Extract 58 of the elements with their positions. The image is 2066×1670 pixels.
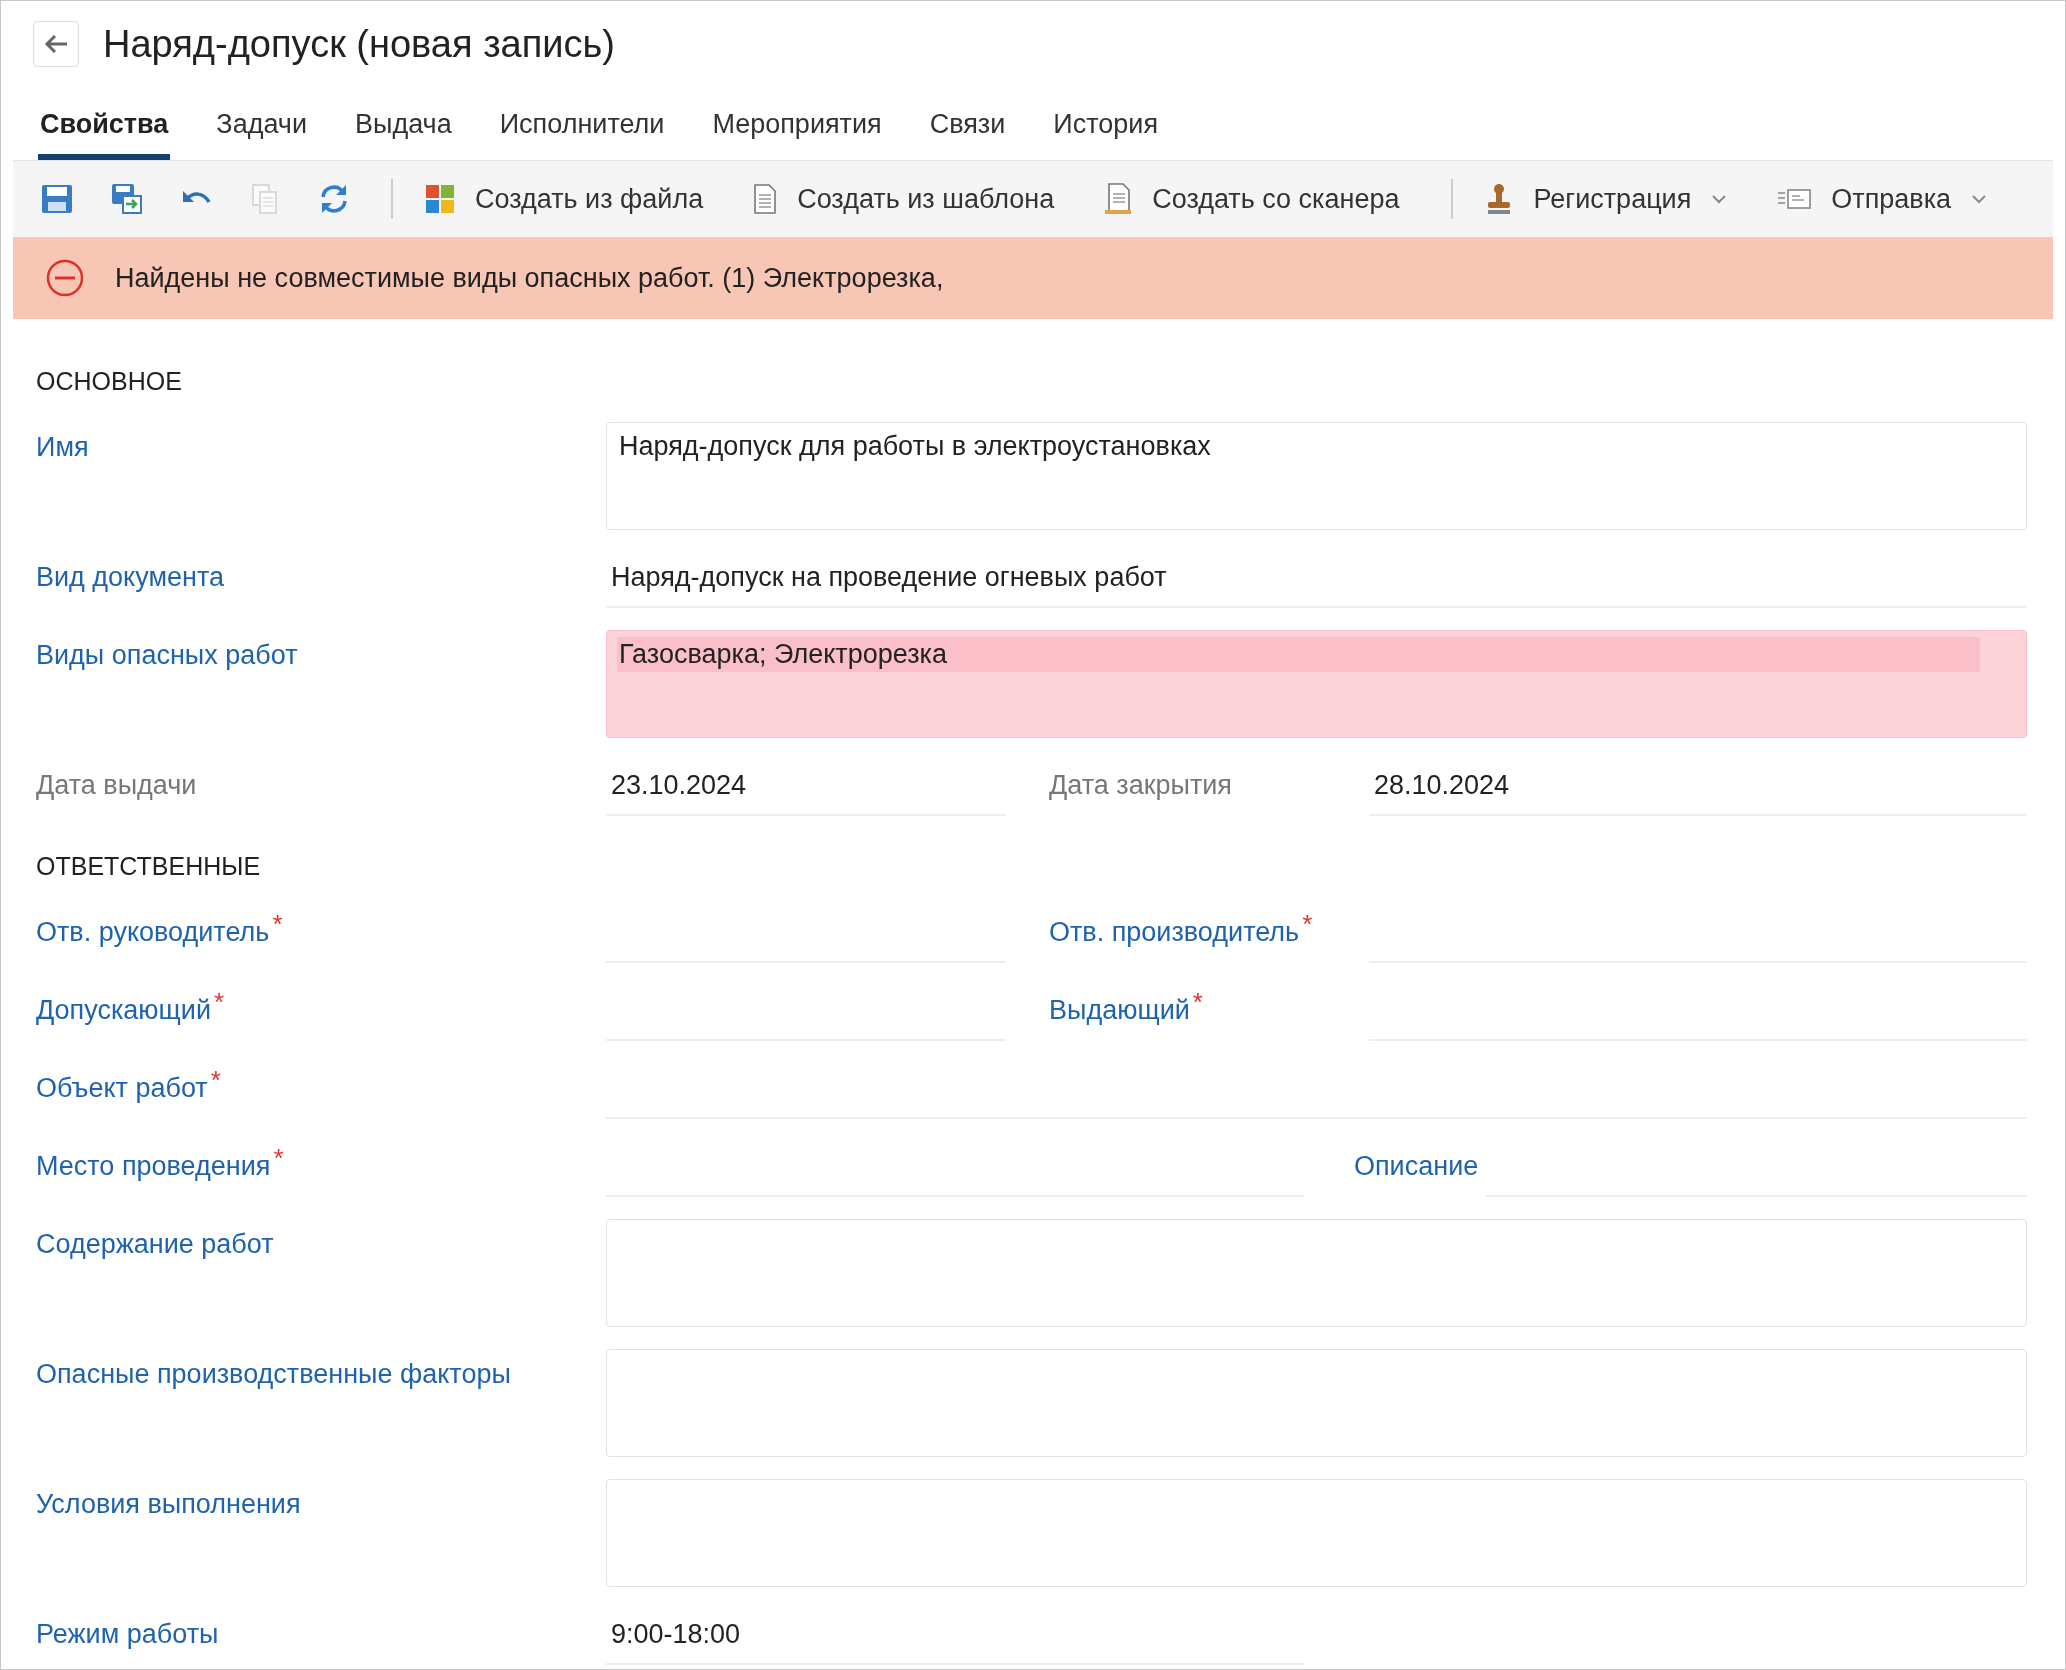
text-area[interactable] [606,1349,2027,1457]
save-icon [41,184,73,214]
text-area[interactable] [606,1219,2027,1327]
copy-icon [251,183,279,215]
text-area[interactable] [606,1479,2027,1587]
field-label: Вид документа [36,562,224,593]
required-mark: * [210,1065,221,1096]
field-label: Отв. руководитель [36,917,270,948]
field-label: Место проведения [36,1151,271,1182]
required-mark: * [214,987,225,1018]
required-mark: * [272,909,283,940]
field-label: Имя [36,432,89,463]
input-field[interactable]: 23.10.2024 [606,760,1006,816]
toolbar-button[interactable]: Создать из файла [415,177,734,221]
input-field[interactable]: 28.10.2024 [1369,760,2027,816]
toolbar-button[interactable]: Создать со сканера [1094,176,1430,222]
tab[interactable]: Исполнители [497,109,667,160]
tab[interactable]: Выдача [353,109,454,160]
required-mark: * [1192,987,1203,1018]
back-arrow-icon [43,33,69,55]
toolbar-button[interactable]: Регистрация [1475,177,1758,221]
field-label: Содержание работ [36,1229,274,1260]
scanner-document-icon [1104,182,1133,216]
toolbar-button[interactable]: Отправка [1767,177,2018,221]
tab[interactable]: Связи [927,109,1008,160]
field-label: Дата закрытия [1049,770,1232,801]
field-label: Дата выдачи [36,770,197,801]
field-label: Условия выполнения [36,1489,301,1520]
text-area[interactable]: Наряд-допуск для работы в электроустановках [606,422,2027,530]
field-label: Допускающий [36,995,211,1026]
required-mark: * [273,1143,284,1174]
required-mark: * [1302,909,1313,940]
back-button[interactable] [33,21,79,67]
field-label: Объект работ [36,1073,208,1104]
window-title: Наряд-допуск (новая запись) [103,22,615,66]
error-icon [45,258,85,298]
windows-logo-icon [425,184,455,214]
save-as-icon [111,183,143,215]
error-message: Найдены не совместимые виды опасных работ. (1) Электрорезка, [115,262,944,294]
field-label: Опасные производственные факторы [36,1359,511,1390]
field-label: Режим работы [36,1619,219,1650]
text-area[interactable]: Газосварка; Электрорезка [606,630,2027,738]
document-icon [753,183,778,215]
tab[interactable]: Задачи [214,109,309,160]
field-label: Отв. производитель [1049,917,1300,948]
tab[interactable]: История [1051,109,1160,160]
field-label: Описание [1354,1151,1479,1182]
envelope-icon [1777,188,1812,210]
section-heading: ОСНОВНОЕ [36,366,183,397]
input-field[interactable]: Наряд-допуск на проведение огневых работ [606,552,2027,608]
tab[interactable]: Мероприятия [710,109,884,160]
field-label: Виды опасных работ [36,640,298,671]
toolbar-button[interactable]: Создать из шаблона [743,177,1085,221]
chevron-down-icon [1971,194,1988,204]
chevron-down-icon [1711,194,1728,204]
field-label: Выдающий [1049,995,1190,1026]
input-field[interactable]: 9:00-18:00 [606,1609,1304,1665]
section-heading: ОТВЕТСТВЕННЫЕ [36,851,262,882]
